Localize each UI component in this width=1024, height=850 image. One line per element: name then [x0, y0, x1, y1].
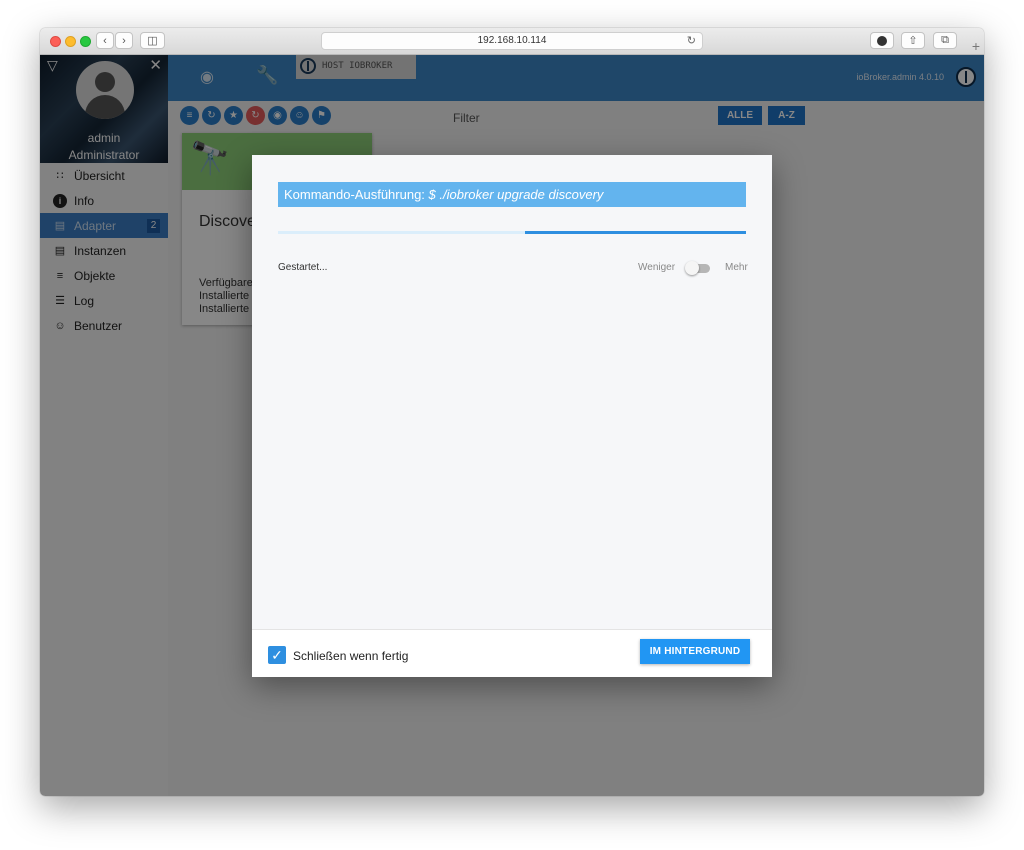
command-title-bar: Kommando-Ausführung: $ ./iobroker upgrad…: [278, 182, 746, 207]
address-bar[interactable]: 192.168.10.114 ↻: [321, 32, 703, 50]
tabs-button[interactable]: ⧉: [933, 32, 957, 49]
command-title-prefix: Kommando-Ausführung:: [284, 187, 429, 202]
share-icon: ⇧: [908, 35, 918, 47]
checkmark-icon: ✓: [271, 647, 283, 663]
command-text: $ ./iobroker upgrade discovery: [428, 187, 604, 202]
command-dialog: Kommando-Ausführung: $ ./iobroker upgrad…: [252, 155, 772, 677]
close-when-done-label: Schließen wenn fertig: [293, 649, 409, 663]
sidebar-toggle-button[interactable]: ◫: [140, 32, 165, 49]
reload-icon[interactable]: ↻: [687, 33, 696, 49]
close-window-button[interactable]: [50, 36, 61, 47]
verbosity-toggle[interactable]: [685, 261, 711, 275]
background-button[interactable]: IM HINTERGRUND: [640, 639, 750, 664]
tabs-icon: ⧉: [941, 34, 949, 46]
close-when-done-checkbox[interactable]: ✓: [268, 646, 286, 664]
back-button[interactable]: ‹: [96, 32, 114, 49]
minimize-window-button[interactable]: [65, 36, 76, 47]
toggle-more-label: Mehr: [725, 262, 748, 273]
zoom-window-button[interactable]: [80, 36, 91, 47]
sidebar-icon: ◫: [147, 35, 158, 47]
chevron-right-icon: ›: [122, 34, 126, 47]
browser-window: ‹ › ◫ 192.168.10.114 ↻ ⇧ ⧉ + ▽ ✕ admin A…: [40, 28, 984, 796]
downloads-button[interactable]: [870, 32, 894, 49]
progress-line: [278, 231, 746, 234]
forward-button[interactable]: ›: [115, 32, 133, 49]
dialog-footer: ✓ Schließen wenn fertig IM HINTERGRUND: [252, 629, 772, 677]
download-icon: [877, 35, 887, 46]
browser-titlebar: ‹ › ◫ 192.168.10.114 ↻ ⇧ ⧉ +: [40, 28, 984, 55]
share-button[interactable]: ⇧: [901, 32, 925, 49]
toggle-less-label: Weniger: [638, 262, 676, 273]
iobroker-app: ▽ ✕ admin Administrator ∷ Übersicht i In…: [40, 55, 984, 796]
progress-indicator: [525, 231, 746, 234]
url-text: 192.168.10.114: [477, 35, 547, 46]
new-tab-icon[interactable]: +: [972, 38, 980, 54]
chevron-left-icon: ‹: [103, 34, 107, 47]
status-text: Gestartet...: [278, 262, 328, 273]
